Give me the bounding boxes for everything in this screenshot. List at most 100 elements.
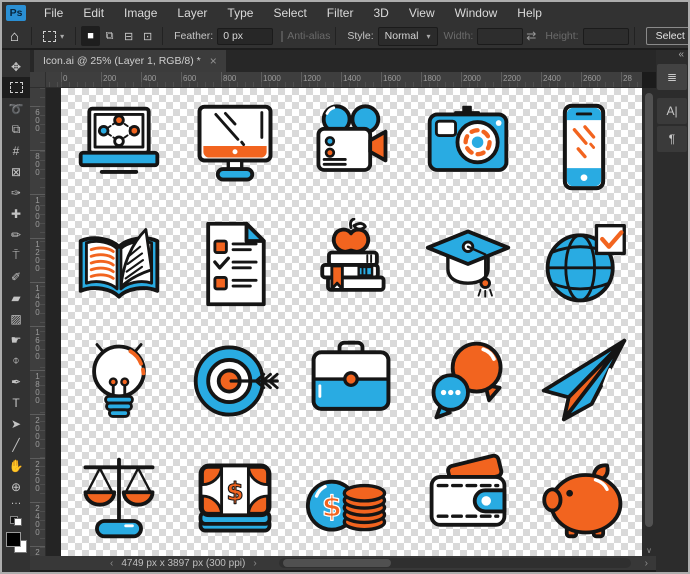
dodge-tool[interactable]: ⌽	[2, 350, 30, 371]
photoshop-logo-icon: Ps	[6, 5, 26, 21]
eraser-tool[interactable]: ▰	[2, 287, 30, 308]
artboard-icon-desktop-monitor[interactable]	[177, 88, 293, 205]
paragraph-panel-icon[interactable]: ¶	[657, 126, 687, 152]
select-and-mask-button[interactable]: Select and Mask...	[646, 27, 690, 45]
ruler-label: 1400	[343, 74, 361, 83]
add-to-selection-icon[interactable]: ⧉	[100, 26, 119, 46]
menu-layer[interactable]: Layer	[167, 2, 217, 24]
pen-tool[interactable]: ✒	[2, 371, 30, 392]
swap-dimensions-icon[interactable]: ⇄	[526, 29, 536, 43]
frame-tool[interactable]: ⊠	[2, 161, 30, 182]
artboard-icon-globe-checkmark[interactable]	[526, 205, 642, 322]
move-tool[interactable]: ✥	[2, 56, 30, 77]
menu-view[interactable]: View	[399, 2, 445, 24]
artboard-icon-lightbulb-idea[interactable]	[61, 322, 177, 439]
artboard-icon-chat-bubbles[interactable]	[410, 322, 526, 439]
menu-file[interactable]: File	[34, 2, 73, 24]
menu-image[interactable]: Image	[114, 2, 167, 24]
home-icon[interactable]: ⌂	[10, 28, 19, 45]
horizontal-scrollbar-thumb[interactable]	[283, 559, 391, 567]
height-input[interactable]	[583, 28, 629, 45]
right-dock: « ≣ A|¶	[656, 50, 688, 572]
menu-select[interactable]: Select	[263, 2, 316, 24]
scroll-right-icon[interactable]: ›	[645, 558, 648, 569]
new-selection-icon[interactable]: ■	[81, 26, 100, 46]
artboard-icon-graduation-cap[interactable]	[410, 205, 526, 322]
vertical-scrollbar-thumb[interactable]	[645, 93, 653, 527]
svg-text:$: $	[322, 489, 342, 523]
ruler-label: 2400	[543, 74, 561, 83]
close-icon[interactable]: ×	[210, 54, 217, 68]
lasso-tool[interactable]: ➰	[2, 98, 30, 119]
ruler-label: 200	[103, 74, 116, 83]
eyedropper-tool[interactable]: ✑	[2, 182, 30, 203]
rectangular-marquee-tool[interactable]	[2, 77, 30, 98]
marquee-icon	[43, 31, 56, 42]
antialias-checkbox[interactable]	[281, 31, 283, 42]
artboard-icon-checklist-document[interactable]	[177, 205, 293, 322]
subtract-from-selection-icon[interactable]: ⊟	[119, 26, 138, 46]
collapse-panels-icon[interactable]: «	[656, 50, 688, 62]
hand-tool[interactable]: ✋	[2, 455, 30, 476]
ruler-label: 2400	[33, 504, 41, 536]
artboard-icon-coins-stack[interactable]: $	[293, 439, 409, 556]
smudge-tool[interactable]: ☛	[2, 329, 30, 350]
artboard-icon-smartphone[interactable]	[526, 88, 642, 205]
photo-camera-icon	[422, 101, 514, 193]
feather-input[interactable]	[217, 28, 273, 45]
object-selection-tool[interactable]: ⧉	[2, 119, 30, 140]
artboard-icon-books-with-apple[interactable]	[293, 205, 409, 322]
menu-type[interactable]: Type	[217, 2, 263, 24]
scroll-left-icon[interactable]: ‹	[110, 558, 113, 569]
horizontal-ruler: 0200400600800100012001400160018002000220…	[46, 72, 642, 88]
menu-edit[interactable]: Edit	[73, 2, 114, 24]
properties-panel-icon[interactable]: ≣	[657, 64, 687, 90]
status-menu-arrow-icon[interactable]: ›	[253, 558, 256, 569]
width-input[interactable]	[477, 28, 523, 45]
character-panel-icon[interactable]: A|	[657, 98, 687, 124]
scroll-down-icon[interactable]: ∨	[642, 546, 656, 555]
type-tool[interactable]: T	[2, 392, 30, 413]
artboard-icon-wallet[interactable]	[410, 439, 526, 556]
artboard-icon-video-camera[interactable]	[293, 88, 409, 205]
menu-filter[interactable]: Filter	[317, 2, 364, 24]
history-brush-tool[interactable]: ✐	[2, 266, 30, 287]
artboard-icon-piggy-bank[interactable]	[526, 439, 642, 556]
default-swatches-icon[interactable]	[10, 516, 22, 526]
ruler-label: 1200	[303, 74, 321, 83]
menu-window[interactable]: Window	[445, 2, 508, 24]
artboard[interactable]: $ $	[61, 88, 642, 556]
document-tab[interactable]: Icon.ai @ 25% (Layer 1, RGB/8) * ×	[34, 50, 226, 72]
artboard-icon-paper-plane[interactable]	[526, 322, 642, 439]
zoom-tool[interactable]: ⊕	[2, 476, 30, 497]
path-selection-tool[interactable]: ➤	[2, 413, 30, 434]
artboard-icon-balance-scales[interactable]	[61, 439, 177, 556]
artboard-icon-target-arrow[interactable]	[177, 322, 293, 439]
menu-help[interactable]: Help	[507, 2, 552, 24]
tool-preset-marquee[interactable]: ▾	[37, 31, 70, 42]
graduation-cap-icon	[422, 218, 514, 310]
artboard-icon-money-stack[interactable]: $	[177, 439, 293, 556]
edit-toolbar-icon[interactable]: …	[11, 497, 22, 511]
gradient-tool[interactable]: ▨	[2, 308, 30, 329]
separator	[335, 27, 336, 45]
spot-healing-tool[interactable]: ✚	[2, 203, 30, 224]
artboard-icon-laptop-network[interactable]	[61, 88, 177, 205]
coins-stack-icon: $	[305, 452, 397, 544]
menu-3d[interactable]: 3D	[363, 2, 398, 24]
artboard-icon-open-book[interactable]	[61, 205, 177, 322]
vertical-scrollbar[interactable]: ∨	[642, 88, 656, 556]
brush-tool[interactable]: ✏	[2, 224, 30, 245]
tools-sidebar: ✥ ➰⧉#⊠✑✚✏⍑✐▰▨☛⌽✒T➤╱✋⊕ …	[2, 50, 30, 572]
artboard-icon-briefcase[interactable]	[293, 322, 409, 439]
crop-tool[interactable]: #	[2, 140, 30, 161]
artboard-icon-photo-camera[interactable]	[410, 88, 526, 205]
style-select[interactable]: Normal ▾	[378, 27, 438, 46]
clone-stamp-tool[interactable]: ⍑	[2, 245, 30, 266]
intersect-selection-icon[interactable]: ⊡	[138, 26, 157, 46]
line-tool[interactable]: ╱	[2, 434, 30, 455]
horizontal-scrollbar[interactable]	[279, 558, 631, 568]
color-swatches[interactable]	[6, 532, 27, 553]
foreground-color-swatch[interactable]	[6, 532, 21, 547]
ruler-label: 1800	[423, 74, 441, 83]
